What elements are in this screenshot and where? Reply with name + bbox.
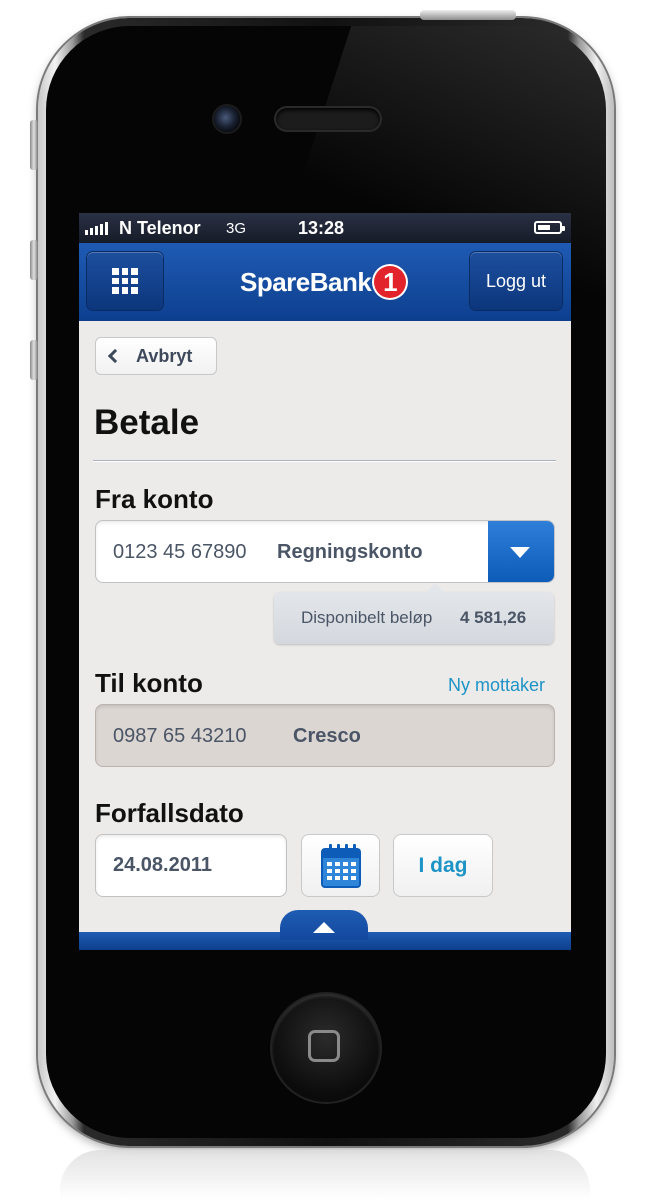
due-date-label: Forfallsdato xyxy=(95,798,244,828)
app-screen: N Telenor 3G 13:28 SpareBank 1 Logg ut A… xyxy=(79,213,571,950)
expand-panel-tab[interactable] xyxy=(280,910,368,940)
network-type: 3G xyxy=(226,220,247,237)
due-date-input[interactable]: 24.08.2011 xyxy=(95,834,287,897)
to-account-number: 0987 65 43210 xyxy=(113,725,247,747)
signal-strength-icon xyxy=(85,221,108,235)
carrier-name: N Telenor xyxy=(119,218,201,238)
logo-mark: 1 xyxy=(374,266,407,298)
logout-button[interactable]: Logg ut xyxy=(470,252,562,310)
today-button[interactable]: I dag xyxy=(393,834,493,897)
from-account-select[interactable]: 0123 45 67890 Regningskonto xyxy=(95,520,555,583)
volume-up-button xyxy=(30,240,38,280)
chevron-left-icon xyxy=(107,348,123,364)
chevron-down-icon xyxy=(510,547,530,558)
front-camera xyxy=(214,106,240,132)
volume-down-button xyxy=(30,340,38,380)
back-button-label: Avbryt xyxy=(136,346,193,366)
to-account-name: Cresco xyxy=(293,725,361,747)
to-account-label: Til konto xyxy=(95,668,203,698)
title-divider xyxy=(93,460,556,461)
app-header: SpareBank 1 Logg ut xyxy=(79,243,571,321)
available-balance-label: Disponibelt beløp xyxy=(301,608,433,627)
from-account-name: Regningskonto xyxy=(277,541,423,563)
available-balance-tooltip: Disponibelt beløp 4 581,26 xyxy=(274,583,554,644)
from-account-number: 0123 45 67890 xyxy=(113,541,247,563)
status-bar: N Telenor 3G 13:28 xyxy=(79,213,571,243)
battery-icon xyxy=(534,221,565,234)
sparebank-logo: SpareBank 1 xyxy=(240,265,407,299)
logo-text: SpareBank xyxy=(240,266,372,297)
earpiece-speaker xyxy=(276,108,380,130)
cancel-back-button[interactable]: Avbryt xyxy=(95,337,217,375)
account-dropdown-button[interactable] xyxy=(488,521,554,582)
menu-button[interactable] xyxy=(87,252,163,310)
page-title: Betale xyxy=(94,403,200,442)
home-button[interactable] xyxy=(272,994,380,1102)
chevron-up-icon xyxy=(313,922,335,933)
from-account-label: Fra konto xyxy=(95,484,214,514)
home-square-icon xyxy=(308,1030,340,1062)
available-balance-amount: 4 581,26 xyxy=(460,608,527,627)
new-recipient-link[interactable]: Ny mottaker xyxy=(448,675,545,696)
calendar-button[interactable] xyxy=(301,834,380,897)
grid-menu-icon xyxy=(112,268,138,294)
to-account-field[interactable]: 0987 65 43210 Cresco xyxy=(95,704,555,767)
power-button xyxy=(420,10,516,20)
mute-switch xyxy=(30,120,38,170)
phone-reflection xyxy=(60,1150,590,1200)
calendar-icon xyxy=(321,844,361,888)
status-time: 13:28 xyxy=(298,218,345,238)
